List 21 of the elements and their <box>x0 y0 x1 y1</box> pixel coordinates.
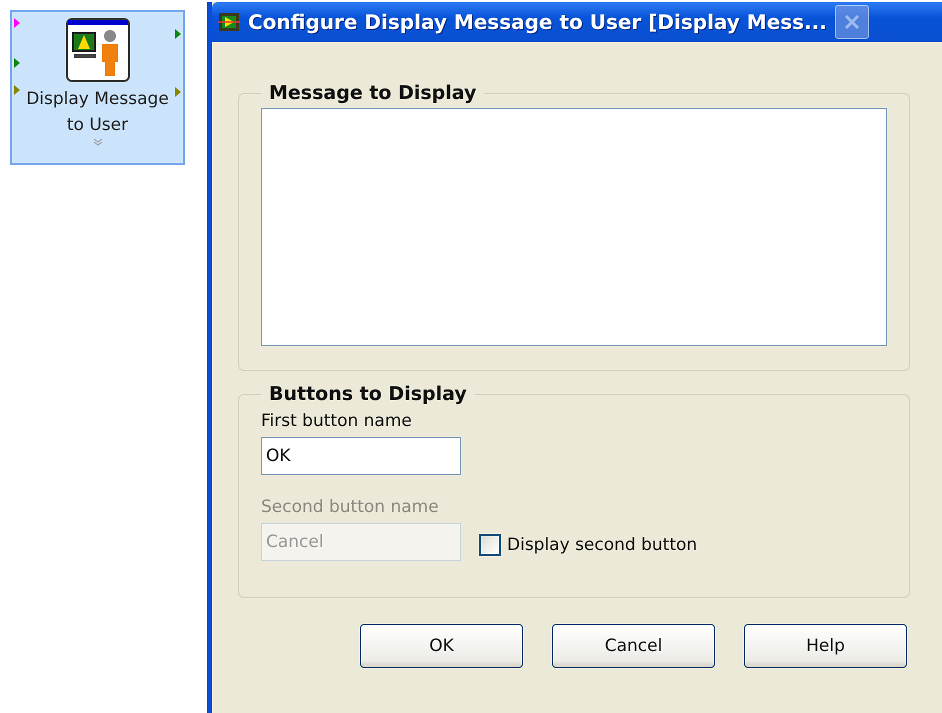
dialog-button[interactable]: Help <box>744 624 907 668</box>
group-legend: Message to Display <box>261 82 484 104</box>
close-icon <box>842 13 861 31</box>
dialog-button[interactable]: Cancel <box>552 624 715 668</box>
node-label: Display Message to User <box>25 88 170 137</box>
button-name-field[interactable]: OK <box>261 437 461 475</box>
expand-chevron-icon[interactable] <box>92 138 102 146</box>
window-title: Configure Display Message to User [Display Mess... <box>248 10 827 34</box>
group-legend: Buttons to Display <box>261 383 475 405</box>
monitor-person-icon <box>66 18 130 82</box>
function-node[interactable]: Display Message to User <box>10 10 185 165</box>
input-terminal-icon <box>14 18 20 28</box>
field-label: First button name <box>261 411 413 431</box>
output-terminal-icon <box>175 29 181 39</box>
input-terminal-icon <box>14 85 20 95</box>
input-terminal-icon <box>14 58 20 68</box>
checkbox[interactable] <box>479 534 501 556</box>
dialog-button[interactable]: OK <box>360 624 523 668</box>
field-label: Second button name <box>261 497 440 517</box>
output-terminal-icon <box>175 87 181 97</box>
checkbox-label: Display second button <box>507 535 698 555</box>
